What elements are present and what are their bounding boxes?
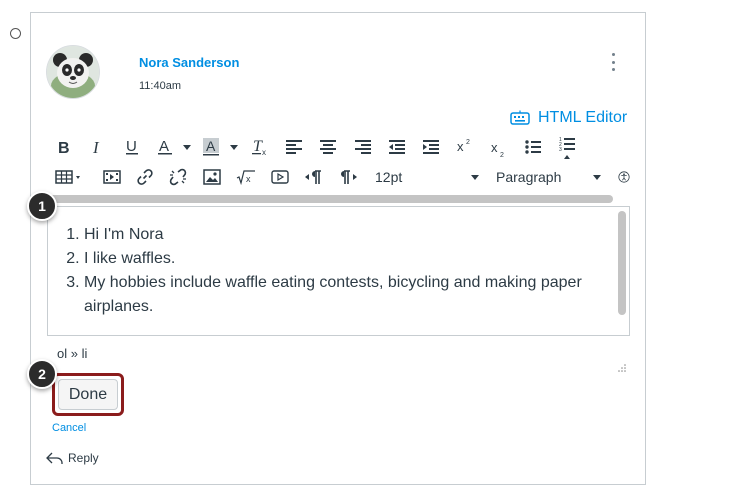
keyboard-icon <box>510 110 530 125</box>
resize-handle-icon[interactable] <box>617 360 627 372</box>
svg-text:x: x <box>457 139 464 154</box>
align-right-icon <box>355 140 371 154</box>
list-item: Hi I'm Nora <box>84 223 604 247</box>
list-item: I like waffles. <box>84 247 604 271</box>
text-color-dropdown-icon[interactable] <box>183 145 191 150</box>
outdent-button[interactable] <box>388 138 406 156</box>
unlink-button[interactable] <box>168 167 188 187</box>
background-color-button[interactable]: A <box>201 137 221 157</box>
radio-indicator <box>10 28 21 39</box>
equation-button[interactable]: x <box>236 168 256 186</box>
numbered-list: Hi I'm Nora I like waffles. My hobbies i… <box>84 223 604 319</box>
callout-marker: 1 <box>27 191 57 221</box>
image-button[interactable] <box>202 168 222 186</box>
superscript-icon: x2 <box>457 139 470 154</box>
clear-formatting-button[interactable]: Tx <box>250 138 270 156</box>
underline-icon: U <box>126 138 138 155</box>
ltr-direction-button[interactable] <box>304 168 324 186</box>
numbered-list-icon: 123 <box>559 137 575 159</box>
align-right-button[interactable] <box>354 138 372 156</box>
link-button[interactable] <box>135 167 155 187</box>
text-color-button[interactable]: A <box>155 138 175 156</box>
svg-text:3: 3 <box>559 147 562 153</box>
indent-icon <box>423 140 439 154</box>
svg-text:2: 2 <box>500 152 504 158</box>
svg-text:A: A <box>206 138 216 154</box>
font-size-dropdown-icon[interactable] <box>471 175 479 180</box>
align-left-icon <box>286 140 302 154</box>
html-editor-label: HTML Editor <box>538 109 628 126</box>
post-time: 11:40am <box>139 80 181 92</box>
html-editor-toggle[interactable]: HTML Editor <box>510 108 627 128</box>
font-size-select[interactable]: 12pt <box>375 169 402 185</box>
accessibility-checker-button[interactable] <box>618 166 630 188</box>
avatar[interactable] <box>47 46 99 98</box>
rtl-paragraph-icon <box>341 170 357 184</box>
align-center-button[interactable] <box>319 138 337 156</box>
block-format-dropdown-icon[interactable] <box>593 175 601 180</box>
background-color-dropdown-icon[interactable] <box>230 145 238 150</box>
media-button[interactable] <box>102 168 122 186</box>
subscript-button[interactable]: x2 <box>489 140 507 158</box>
svg-text:I: I <box>92 139 100 155</box>
svg-text:2: 2 <box>466 139 470 146</box>
ltr-paragraph-icon <box>305 170 321 184</box>
svg-text:B: B <box>58 140 70 155</box>
svg-text:A: A <box>159 138 169 155</box>
svg-text:U: U <box>126 138 137 155</box>
done-button[interactable]: Done <box>58 379 118 410</box>
svg-text:x: x <box>491 140 498 155</box>
rtl-direction-button[interactable] <box>338 168 358 186</box>
italic-icon: I <box>92 139 100 155</box>
superscript-button[interactable]: x2 <box>455 137 473 155</box>
bold-icon: B <box>58 140 70 155</box>
author-name[interactable]: Nora Sanderson <box>139 55 239 70</box>
block-format-select[interactable]: Paragraph <box>496 169 561 185</box>
table-icon <box>55 170 80 184</box>
align-center-icon <box>320 140 336 154</box>
numbered-list-button[interactable]: 123 <box>558 136 576 160</box>
panda-avatar-image <box>47 46 99 98</box>
more-options-icon[interactable] <box>606 53 620 71</box>
svg-text:x: x <box>246 174 251 184</box>
outdent-icon <box>389 140 405 154</box>
film-icon <box>103 170 121 184</box>
clear-formatting-icon: Tx <box>252 138 266 156</box>
bullet-list-button[interactable] <box>524 138 542 156</box>
embed-button[interactable] <box>270 168 290 186</box>
reply-label: Reply <box>68 451 99 465</box>
underline-button[interactable]: U <box>123 138 141 156</box>
bold-button[interactable]: B <box>55 138 73 156</box>
reply-link[interactable]: Reply <box>46 451 99 465</box>
rich-content-editor-area[interactable]: Hi I'm Nora I like waffles. My hobbies i… <box>47 206 630 336</box>
table-button[interactable] <box>55 168 85 186</box>
equation-icon: x <box>236 170 255 185</box>
list-item: My hobbies include waffle eating contest… <box>84 271 604 319</box>
embed-media-icon <box>271 170 289 184</box>
bullet-list-icon <box>525 140 541 154</box>
link-icon <box>137 169 153 185</box>
indent-button[interactable] <box>422 138 440 156</box>
image-icon <box>203 169 221 185</box>
reply-arrow-icon <box>46 452 63 464</box>
done-button-highlight: Done <box>52 373 124 416</box>
align-left-button[interactable] <box>285 138 303 156</box>
horizontal-scrollbar[interactable] <box>47 195 613 203</box>
cancel-link[interactable]: Cancel <box>52 422 86 434</box>
background-color-icon: A <box>203 138 219 156</box>
text-color-icon: A <box>158 138 172 155</box>
accessibility-icon <box>618 171 630 183</box>
callout-marker: 2 <box>27 359 57 389</box>
vertical-scrollbar[interactable] <box>618 211 626 315</box>
unlink-icon <box>169 168 187 186</box>
italic-button[interactable]: I <box>89 138 107 156</box>
subscript-icon: x2 <box>491 140 504 158</box>
element-path: ol » li <box>57 346 88 361</box>
svg-text:x: x <box>262 148 266 156</box>
